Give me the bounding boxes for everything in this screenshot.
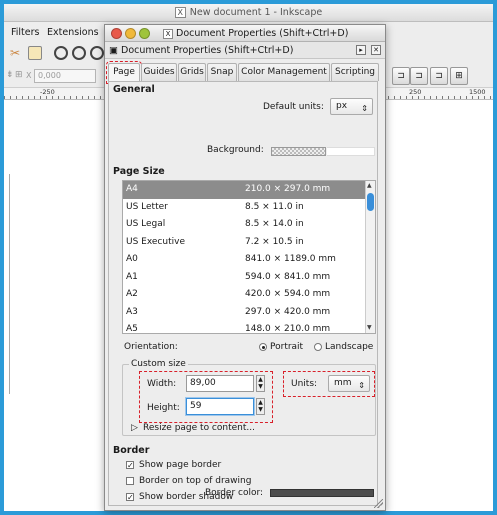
cut-icon[interactable]: ✂ [10,46,24,60]
list-item[interactable]: US Executive 7.2 × 10.5 in [123,234,367,252]
custom-size-group: Custom size Width: 89,00 ▲ ▼ Height: 59 ▲… [122,359,376,436]
height-spin-buttons[interactable]: ▲ ▼ [256,398,265,415]
snap-nodes-icon[interactable]: ⊐ [410,67,428,85]
expander-arrow-icon[interactable]: ▷ [131,423,138,433]
default-units-combo[interactable]: px ⇕ [330,98,373,115]
dock-icon[interactable]: ▸ [356,45,366,55]
units-combo[interactable]: mm ⇕ [328,375,370,392]
page-edge [4,174,10,394]
page-size-scrollbar[interactable]: ▲ ▼ [365,181,375,333]
portrait-radio[interactable] [259,343,267,351]
x-coordinate-field[interactable]: 0,000 [34,69,96,83]
dialog-header-icon: ▣ [109,45,118,56]
default-units-value: px [336,101,348,111]
scroll-down-icon[interactable]: ▼ [367,324,372,331]
tab-guides[interactable]: Guides [141,63,177,81]
select-same-icon[interactable]: ⊞ [15,70,23,80]
resize-grip-icon[interactable] [374,499,383,508]
units-label: Units: [291,379,318,389]
document-properties-dialog: X Document Properties (Shift+Ctrl+D) ▣ Do… [104,24,386,511]
dialog-header: ▣ Document Properties (Shift+Ctrl+D) ▸ ✕ [105,42,385,59]
snap-smooth-icon[interactable]: ⊐ [430,67,448,85]
border-color-label: Border color: [205,488,264,498]
dialog-header-title: Document Properties (Shift+Ctrl+D) [121,45,294,56]
dialog-tabs: Page Guides Grids Snap Color Management … [106,61,384,84]
list-item[interactable]: A3 297.0 × 420.0 mm [123,304,367,322]
tab-snap[interactable]: Snap [207,63,237,81]
width-input[interactable]: 89,00 [186,375,254,392]
paste-icon[interactable] [28,46,42,60]
resize-to-content-expander[interactable]: Resize page to content... [143,423,255,433]
custom-size-legend: Custom size [129,359,188,369]
ruler-label-neg250: -250 [40,88,55,96]
general-heading: General [113,84,155,95]
list-item[interactable]: A2 420.0 × 594.0 mm [123,286,367,304]
menu-filters[interactable]: Filters [11,27,39,38]
ruler-label-250: 250 [409,88,422,96]
show-shadow-checkbox[interactable]: ✓ [126,493,134,502]
background-color-swatch[interactable] [271,147,326,156]
x11-app-icon: X [174,7,186,18]
tab-scripting[interactable]: Scripting [331,63,379,81]
width-label: Width: [147,379,177,389]
tab-page[interactable]: Page [106,61,142,84]
zoom-page-icon[interactable] [90,46,104,60]
tab-color-management[interactable]: Color Management [238,63,330,81]
landscape-radio[interactable] [314,343,322,351]
height-label: Height: [147,403,180,413]
page-tab-panel: General Default units: px ⇕ Background: … [108,81,378,506]
list-item[interactable]: A5 148.0 × 210.0 mm [123,321,367,333]
list-item[interactable]: US Letter 8.5 × 11.0 in [123,199,367,217]
page-size-heading: Page Size [113,166,165,177]
scrollbar-thumb[interactable] [367,193,374,211]
close-window-icon[interactable] [111,28,122,39]
units-value: mm [334,378,352,388]
screenshot-frame: X New document 1 - Inkscape Filters Exten… [0,0,497,515]
border-heading: Border [113,445,150,456]
background-color-swatch-rest[interactable] [327,147,375,156]
dialog-titlebar: X Document Properties (Shift+Ctrl+D) [105,25,385,42]
height-input[interactable]: 59 [186,398,254,415]
list-item[interactable]: A4 210.0 × 297.0 mm [123,181,367,199]
width-spin-buttons[interactable]: ▲ ▼ [256,375,265,392]
tab-grids[interactable]: Grids [178,63,206,81]
up-down-arrow-icon: ⇕ [361,104,368,113]
minimize-window-icon[interactable] [125,28,136,39]
background-label: Background: [207,145,264,155]
up-down-arrow-icon: ⇕ [358,381,365,390]
list-item[interactable]: A0 841.0 × 1189.0 mm [123,251,367,269]
orientation-label: Orientation: [124,342,178,352]
dialog-title: X Document Properties (Shift+Ctrl+D) [163,25,348,42]
snap-paths-icon[interactable]: ⊐ [392,67,410,85]
main-window-title: New document 1 - Inkscape [189,7,323,18]
list-item[interactable]: A1 594.0 × 841.0 mm [123,269,367,287]
border-color-swatch[interactable] [270,489,374,497]
zoom-in-icon[interactable] [54,46,68,60]
ruler-label-1500: 1500 [469,88,486,96]
maximize-window-icon[interactable] [139,28,150,39]
show-border-label[interactable]: Show page border [139,460,221,470]
zoom-drawing-icon[interactable] [72,46,86,60]
border-on-top-label[interactable]: Border on top of drawing [139,476,251,486]
menu-extensions[interactable]: Extensions [47,27,99,38]
main-window-titlebar: X New document 1 - Inkscape [4,4,493,22]
snap-grid-icon[interactable]: ⊞ [450,67,468,85]
list-item[interactable]: US Legal 8.5 × 14.0 in [123,216,367,234]
dialog-close-icon[interactable]: ✕ [371,45,381,55]
scroll-up-icon[interactable]: ▲ [367,182,372,189]
show-border-checkbox[interactable]: ✓ [126,461,134,470]
portrait-label[interactable]: Portrait [270,342,303,352]
page-size-list[interactable]: A4 210.0 × 297.0 mm US Letter 8.5 × 11.0 i… [122,180,376,334]
default-units-label: Default units: [263,102,324,112]
border-on-top-checkbox[interactable] [126,477,134,485]
select-all-icon[interactable]: ⇟ [6,70,14,80]
x-coordinate-label: X [26,71,32,80]
landscape-label[interactable]: Landscape [325,342,373,352]
